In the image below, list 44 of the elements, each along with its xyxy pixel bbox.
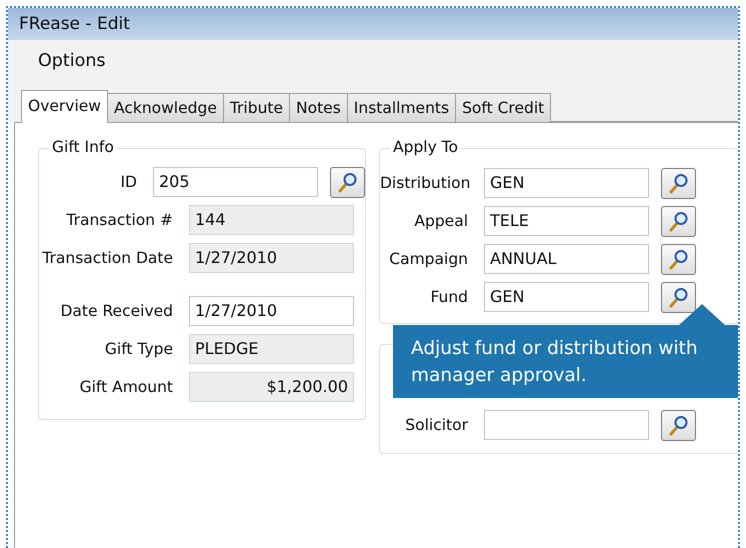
window-title: FRease - Edit (19, 14, 130, 34)
tab[interactable]: Soft Credit (455, 93, 552, 122)
tab[interactable]: Installments (346, 93, 456, 122)
search-icon (336, 171, 358, 193)
menu-item[interactable]: Options (30, 49, 114, 73)
search-icon (668, 248, 690, 270)
field-label: Transaction # (65, 211, 174, 229)
search-icon (668, 286, 690, 308)
field-label: Gift Type (104, 340, 174, 358)
search-button[interactable] (661, 410, 696, 440)
group-title: Apply To (390, 138, 462, 156)
tooltip-pointer (678, 304, 726, 326)
search-icon (668, 210, 690, 232)
tab[interactable]: Tribute (222, 93, 290, 122)
field-label: Appeal (413, 212, 469, 230)
search-icon (668, 172, 690, 194)
tab[interactable]: Acknowledge (106, 93, 224, 122)
search-button[interactable] (330, 166, 365, 198)
field-label: Distribution (380, 174, 472, 192)
input-field: 144 (189, 205, 354, 235)
tab[interactable]: Notes (289, 93, 348, 122)
input-field: 1/27/2010 (189, 243, 354, 273)
search-button[interactable] (661, 168, 696, 198)
input-field[interactable]: GEN (484, 282, 649, 312)
search-icon (668, 414, 690, 436)
input-field: PLEDGE (189, 334, 354, 364)
field-label: Solicitor (404, 416, 469, 434)
input-field[interactable]: GEN (484, 168, 649, 198)
input-field[interactable]: 205 (153, 167, 318, 197)
input-field[interactable]: ANNUAL (484, 244, 649, 274)
input-field[interactable]: 1/27/2010 (189, 296, 354, 326)
input-field[interactable]: TELE (484, 206, 649, 236)
field-label: Gift Amount (78, 378, 174, 396)
field-label: Date Received (60, 302, 174, 320)
field-label: Fund (429, 288, 469, 306)
field-label: ID (119, 173, 138, 191)
input-field: $1,200.00 (189, 372, 354, 402)
input-field[interactable] (484, 410, 649, 440)
tab[interactable]: Overview (21, 90, 108, 123)
search-button[interactable] (661, 206, 696, 236)
field-label: Transaction Date (41, 249, 174, 267)
search-button[interactable] (661, 282, 696, 312)
field-label: Campaign (388, 250, 469, 268)
search-button[interactable] (661, 244, 696, 274)
